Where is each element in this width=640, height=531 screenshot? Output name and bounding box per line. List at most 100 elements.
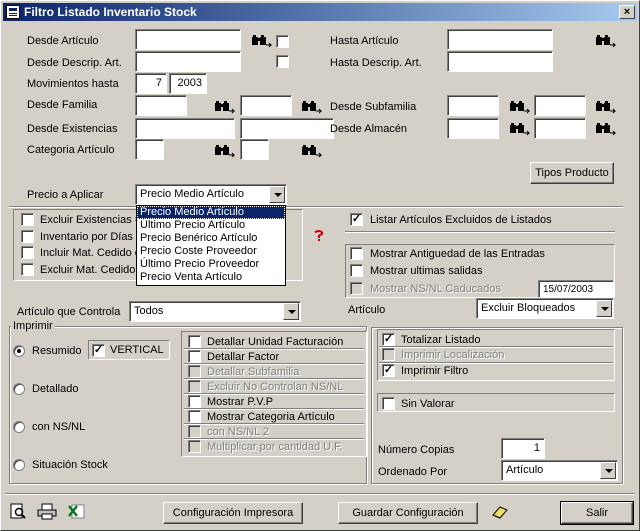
close-button[interactable]: × (619, 5, 635, 19)
desde-categoria-input[interactable] (135, 139, 164, 160)
numero-copias-input[interactable]: 1 (501, 438, 545, 459)
totalizar-listado-check[interactable]: ✓ (382, 333, 395, 346)
articulo-controla-select[interactable]: Todos (129, 301, 301, 322)
printer-icon[interactable] (37, 503, 57, 520)
chevron-down-icon[interactable] (600, 462, 616, 479)
inventario-dias-label: Inventario por Días (40, 231, 133, 243)
detallar-subfamilia-check[interactable] (188, 365, 201, 378)
mostrar-categoria-check[interactable] (188, 410, 201, 423)
hasta-categoria-input[interactable] (240, 139, 269, 160)
incluir-mat-cedido-label: Incluir Mat. Cedido e (40, 247, 141, 259)
binoculars-icon[interactable] (595, 100, 617, 114)
eraser-icon[interactable] (491, 505, 509, 519)
precio-option[interactable]: Precio Venta Artículo (137, 271, 285, 284)
desde-familia-input[interactable] (135, 95, 187, 116)
excluir-mat-cedido-check[interactable] (21, 263, 34, 276)
excluir-no-controlan-check[interactable] (188, 380, 201, 393)
hasta-familia-input[interactable] (240, 95, 292, 116)
multiplicar-check[interactable] (188, 440, 201, 453)
binoculars-icon[interactable] (595, 122, 617, 136)
tipos-producto-button[interactable]: Tipos Producto (530, 162, 614, 184)
incluir-mat-cedido-check[interactable] (21, 246, 34, 259)
desde-descrip-input[interactable] (135, 51, 241, 72)
mostrar-nsnl-caducados-label: Mostrar NS/NL Caducados (370, 283, 502, 295)
binoculars-icon[interactable] (251, 34, 273, 48)
hasta-subfamilia-input[interactable] (534, 95, 586, 116)
excluir-existencias-label: Excluir Existencias = (40, 214, 142, 226)
imprimir-filtro-label: Imprimir Filtro (401, 365, 469, 377)
binoculars-icon[interactable] (301, 100, 323, 114)
window-icon (6, 5, 20, 19)
vertical-check[interactable]: ✓ (92, 344, 105, 357)
vertical-label: VERTICAL (110, 344, 164, 356)
mostrar-ultimas-salidas-check[interactable] (350, 264, 363, 277)
movimientos-month-input[interactable]: 7 (135, 73, 167, 94)
precio-option[interactable]: Precio Benérico Artículo (137, 232, 285, 245)
precio-option[interactable]: Precio Medio Artículo (137, 206, 285, 219)
desde-subfamilia-input[interactable] (447, 95, 499, 116)
listar-excluidos-check[interactable]: ✓ (350, 213, 363, 226)
imprimir-group-title: Imprimir (11, 320, 55, 332)
imprimir-localizacion-check[interactable] (382, 348, 395, 361)
precio-options-list[interactable]: Precio Medio Artículo Último Precio Artí… (136, 205, 286, 286)
mostrar-ultimas-salidas-label: Mostrar ultimas salidas (370, 265, 483, 277)
chevron-down-icon[interactable] (283, 303, 299, 320)
sin-valorar-check[interactable] (382, 397, 395, 410)
ordenado-por-value: Artículo (506, 464, 544, 476)
desde-descrip-check[interactable] (276, 55, 289, 68)
movimientos-year-input[interactable]: 2003 (169, 73, 207, 94)
binoculars-icon[interactable] (301, 144, 323, 158)
caducados-date-input[interactable]: 15/07/2003 (538, 280, 614, 298)
hasta-descrip-input[interactable] (447, 51, 553, 72)
excel-icon[interactable] (68, 503, 86, 520)
inventario-dias-check[interactable] (21, 230, 34, 243)
ordenado-por-select[interactable]: Artículo (501, 460, 618, 481)
excluir-existencias-check[interactable] (21, 213, 34, 226)
hasta-articulo-input[interactable] (447, 29, 553, 50)
chevron-down-icon[interactable] (596, 300, 612, 317)
help-icon[interactable] (311, 229, 327, 243)
precio-aplicar-select[interactable]: Precio Medio Artículo (135, 184, 287, 205)
detallar-uf-check[interactable] (188, 335, 201, 348)
detallado-label: Detallado (32, 383, 79, 395)
situacion-stock-radio[interactable] (13, 459, 25, 471)
con-nsnl-2-label: con NS/NL 2 (207, 426, 269, 438)
desde-existencias-input[interactable] (135, 118, 235, 139)
binoculars-icon[interactable] (214, 100, 236, 114)
detallado-radio[interactable] (13, 383, 25, 395)
desde-articulo-check[interactable] (276, 35, 289, 48)
precio-option[interactable]: Último Precio Proveedor (137, 258, 285, 271)
binoculars-icon[interactable] (214, 144, 236, 158)
options-separator (9, 206, 623, 208)
chevron-down-icon[interactable] (269, 186, 285, 203)
hasta-almacen-input[interactable] (534, 118, 586, 139)
detallar-uf-label: Detallar Unidad Facturación (207, 336, 344, 348)
con-nsnl-2-check[interactable] (188, 425, 201, 438)
con-nsnl-radio[interactable] (13, 421, 25, 433)
mostrar-pvp-check[interactable] (188, 395, 201, 408)
print-preview-icon[interactable] (10, 503, 27, 520)
guardar-configuracion-button[interactable]: Guardar Configuración (338, 502, 478, 524)
detallar-factor-check[interactable] (188, 350, 201, 363)
precio-option[interactable]: Precio Coste Proveedor (137, 245, 285, 258)
imprimir-filtro-check[interactable]: ✓ (382, 364, 395, 377)
mostrar-nsnl-caducados-check[interactable] (350, 282, 363, 295)
mostrar-antiguedad-check[interactable] (350, 247, 363, 260)
mostrar-pvp-label: Mostrar P.V.P (207, 396, 274, 408)
situacion-stock-label: Situación Stock (32, 459, 108, 471)
desde-descrip-label: Desde Descrip. Art. (27, 57, 122, 69)
resumido-radio[interactable] (13, 345, 25, 357)
binoculars-icon[interactable] (509, 122, 531, 136)
binoculars-icon[interactable] (595, 34, 617, 48)
configuracion-impresora-button[interactable]: Configuración Impresora (163, 502, 303, 524)
salir-button[interactable]: Salir (560, 501, 634, 525)
totalizar-listado-label: Totalizar Listado (401, 334, 481, 346)
articulo-select[interactable]: Excluir Bloqueados (476, 298, 614, 319)
precio-option[interactable]: Último Precio Artículo (137, 219, 285, 232)
con-nsnl-label: con NS/NL (32, 421, 86, 433)
desde-articulo-input[interactable] (135, 29, 241, 50)
detallar-subfamilia-label: Detallar Subfamilia (207, 366, 300, 378)
hasta-existencias-input[interactable] (240, 118, 334, 139)
desde-almacen-input[interactable] (447, 118, 499, 139)
binoculars-icon[interactable] (509, 100, 531, 114)
